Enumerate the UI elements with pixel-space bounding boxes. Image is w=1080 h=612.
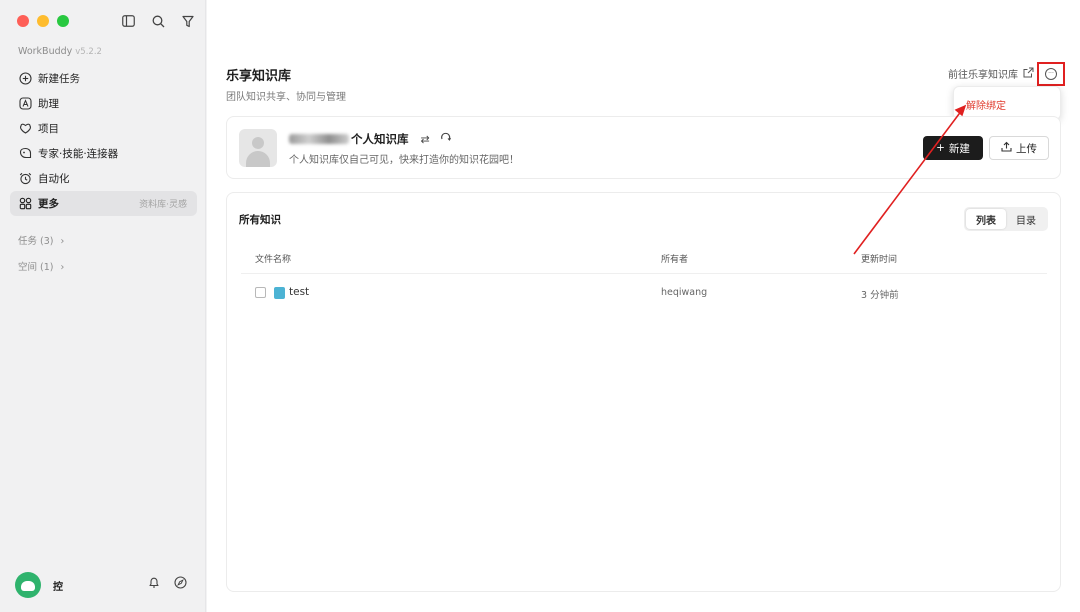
personal-kb-card: 个人知识库 ⇄ 个人知识库仅自己可见，快来打造你的知识花园吧！ + 新建 上传	[226, 116, 1061, 179]
sidebar-footer-icons	[148, 574, 187, 593]
document-icon	[274, 287, 285, 299]
brand-name: WorkBuddy	[18, 46, 73, 57]
file-name[interactable]: test	[289, 286, 309, 298]
avatar	[15, 572, 41, 598]
user-name: 控	[53, 581, 63, 593]
sidebar-toggle-icon[interactable]	[120, 13, 136, 29]
unbind-menu-item[interactable]: 解除绑定	[966, 101, 1006, 112]
section-label: 任务 (3)	[18, 236, 54, 247]
table-header: 文件名称 所有者 更新时间	[241, 244, 1047, 274]
kb-name-suffix: 个人知识库	[351, 132, 409, 146]
refresh-icon[interactable]	[440, 132, 451, 146]
file-owner: heqiwang	[661, 287, 708, 298]
column-header-owner[interactable]: 所有者	[661, 252, 688, 265]
app-window: WorkBuddy v5.2.2 新建任务 助理 项目 专家·技能·连接器 自动…	[0, 0, 1080, 612]
switch-icon[interactable]: ⇄	[421, 133, 430, 146]
view-toggle: 列表 目录	[964, 207, 1048, 231]
sidebar-item-label: 新建任务	[38, 73, 80, 85]
sidebar-item-hint: 资料库·灵感	[139, 200, 187, 210]
kb-description: 个人知识库仅自己可见，快来打造你的知识花园吧！	[289, 155, 519, 166]
grid-icon	[18, 197, 32, 211]
page-subtitle: 团队知识共享、协同与管理	[226, 92, 346, 103]
compass-icon[interactable]	[174, 574, 187, 593]
minimize-window-button[interactable]	[37, 15, 49, 27]
window-controls	[17, 15, 69, 27]
plus-icon: +	[936, 142, 945, 154]
alarm-clock-icon	[18, 172, 32, 186]
upload-button-label: 上传	[1016, 142, 1037, 155]
plus-circle-icon	[18, 72, 32, 86]
sidebar-section-spaces[interactable]: 空间 (1) ›	[18, 259, 64, 273]
search-icon[interactable]	[150, 13, 166, 29]
sidebar-item-label: 项目	[38, 123, 59, 135]
sidebar-item-project[interactable]: 项目	[10, 116, 197, 141]
page-title: 乐享知识库	[226, 69, 292, 84]
sidebar-item-automation[interactable]: 自动化	[10, 166, 197, 191]
filter-icon[interactable]	[180, 13, 196, 29]
table-row[interactable]: test heqiwang 3 分钟前	[241, 276, 1047, 310]
chevron-right-icon: ›	[60, 262, 65, 273]
sidebar-item-label: 助理	[38, 98, 59, 110]
tab-directory-view[interactable]: 目录	[1006, 209, 1046, 229]
more-icon: ···	[1045, 68, 1057, 80]
kb-title: 个人知识库 ⇄	[289, 131, 451, 147]
project-icon	[18, 122, 32, 136]
knowledge-list: 所有知识 列表 目录 文件名称 所有者 更新时间 test heqiwang 3…	[226, 192, 1061, 592]
more-options-button[interactable]: ···	[1037, 62, 1065, 86]
tab-list-view[interactable]: 列表	[966, 209, 1006, 229]
assistant-icon	[18, 97, 32, 111]
new-button[interactable]: + 新建	[923, 136, 983, 160]
new-button-label: 新建	[948, 142, 970, 155]
chevron-right-icon: ›	[60, 236, 65, 247]
kb-avatar	[239, 129, 277, 167]
bell-icon[interactable]	[148, 574, 160, 593]
expert-icon	[18, 147, 32, 161]
row-checkbox[interactable]	[255, 287, 266, 298]
sidebar-item-label: 更多	[38, 198, 59, 210]
maximize-window-button[interactable]	[57, 15, 69, 27]
sidebar: WorkBuddy v5.2.2 新建任务 助理 项目 专家·技能·连接器 自动…	[0, 0, 206, 612]
sidebar-item-label: 专家·技能·连接器	[38, 148, 119, 160]
list-title: 所有知识	[239, 214, 281, 226]
sidebar-item-more[interactable]: 更多 资料库·灵感	[10, 191, 197, 216]
sidebar-toolbar	[120, 13, 196, 29]
column-header-name[interactable]: 文件名称	[255, 252, 291, 265]
file-updated: 3 分钟前	[861, 290, 899, 301]
section-label: 空间 (1)	[18, 262, 54, 273]
external-link-icon	[1023, 67, 1034, 81]
sidebar-nav: 新建任务 助理 项目 专家·技能·连接器 自动化 更多 资料库·灵感	[10, 66, 197, 216]
upload-button[interactable]: 上传	[989, 136, 1049, 160]
column-header-updated[interactable]: 更新时间	[861, 252, 897, 265]
upload-icon	[1001, 141, 1012, 155]
main-content: 乐享知识库 团队知识共享、协同与管理 前往乐享知识库 ··· 解除绑定 个人知识…	[207, 0, 1080, 612]
goto-label: 前往乐享知识库	[948, 70, 1018, 81]
goto-lexiang-link[interactable]: 前往乐享知识库	[948, 66, 1034, 81]
brand: WorkBuddy v5.2.2	[18, 46, 102, 57]
version-label: v5.2.2	[75, 47, 102, 57]
sidebar-item-assistant[interactable]: 助理	[10, 91, 197, 116]
sidebar-section-tasks[interactable]: 任务 (3) ›	[18, 233, 64, 247]
close-window-button[interactable]	[17, 15, 29, 27]
redacted-username	[289, 134, 349, 144]
sidebar-item-experts[interactable]: 专家·技能·连接器	[10, 141, 197, 166]
sidebar-item-label: 自动化	[38, 173, 70, 185]
user-profile[interactable]: 控	[15, 572, 63, 598]
sidebar-item-new-task[interactable]: 新建任务	[10, 66, 197, 91]
more-options-menu: 解除绑定	[953, 86, 1061, 120]
